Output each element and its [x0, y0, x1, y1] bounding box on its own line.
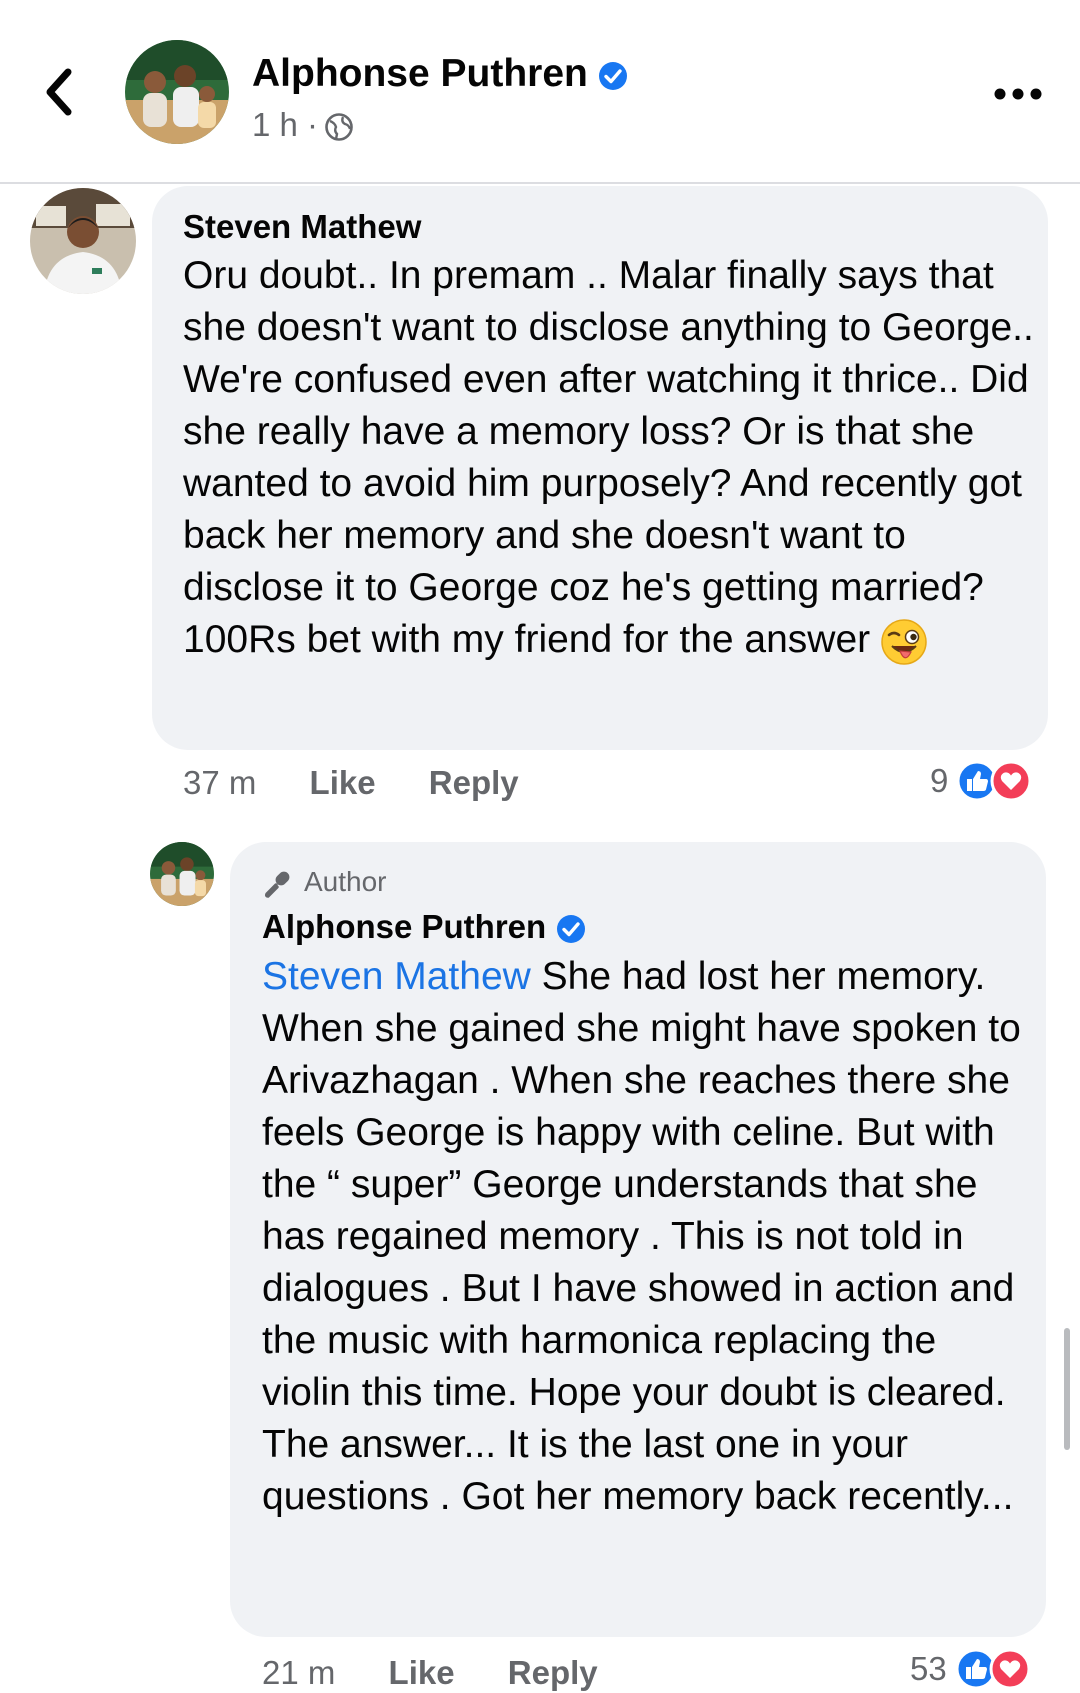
reply-time[interactable]: 21 m	[262, 1654, 335, 1692]
author-label-text: Author	[304, 866, 387, 897]
chevron-left-icon	[46, 68, 72, 116]
reply-author-name: Alphonse Puthren	[262, 908, 547, 945]
back-button[interactable]	[38, 64, 84, 120]
like-button[interactable]: Like	[389, 1654, 455, 1692]
page-avatar[interactable]	[125, 40, 229, 144]
reaction-count: 9	[930, 762, 949, 799]
post-time[interactable]: 1 h ·	[252, 106, 318, 143]
reply-button[interactable]: Reply	[508, 1654, 598, 1692]
comment-text: Oru doubt.. In premam .. Malar finally s…	[183, 250, 1043, 666]
page-name[interactable]: Alphonse Puthren	[252, 52, 628, 96]
reply-author[interactable]: Alphonse Puthren	[262, 908, 586, 946]
comment-time[interactable]: 37 m	[183, 764, 256, 802]
commenter-avatar[interactable]	[30, 188, 136, 294]
reaction-count: 53	[910, 1650, 947, 1687]
globe-icon	[325, 113, 353, 142]
author-label: Author	[262, 866, 387, 900]
post-meta: 1 h ·	[252, 106, 354, 144]
more-horizontal-icon	[994, 88, 1042, 100]
reply-text: Steven Mathew She had lost her memory. W…	[262, 951, 1032, 1523]
post-header: Alphonse Puthren 1 h ·	[0, 0, 1080, 184]
microphone-icon	[264, 871, 290, 898]
like-button[interactable]: Like	[310, 764, 376, 802]
reply-actions: 21 m Like Reply	[262, 1654, 598, 1692]
verified-badge-icon	[598, 61, 627, 90]
reaction-summary[interactable]: 53	[910, 1648, 1031, 1690]
love-reaction-icon	[990, 760, 1032, 802]
more-options-button[interactable]	[993, 86, 1043, 102]
comment-author[interactable]: Steven Mathew	[183, 208, 421, 246]
reply-author-avatar[interactable]	[150, 842, 214, 906]
scrollbar[interactable]	[1064, 1328, 1070, 1450]
verified-badge-icon	[557, 915, 586, 944]
reply-body: She had lost her memory. When she gained…	[262, 955, 1021, 1518]
reaction-summary[interactable]: 9	[930, 760, 1032, 802]
comment-body: Oru doubt.. In premam .. Malar finally s…	[183, 254, 1034, 661]
winking-face-with-tongue-icon	[881, 618, 927, 665]
mention-link[interactable]: Steven Mathew	[262, 955, 531, 998]
comment-actions: 37 m Like Reply	[183, 764, 519, 802]
reply-button[interactable]: Reply	[429, 764, 519, 802]
page-name-text: Alphonse Puthren	[252, 52, 588, 95]
love-reaction-icon	[989, 1648, 1031, 1690]
